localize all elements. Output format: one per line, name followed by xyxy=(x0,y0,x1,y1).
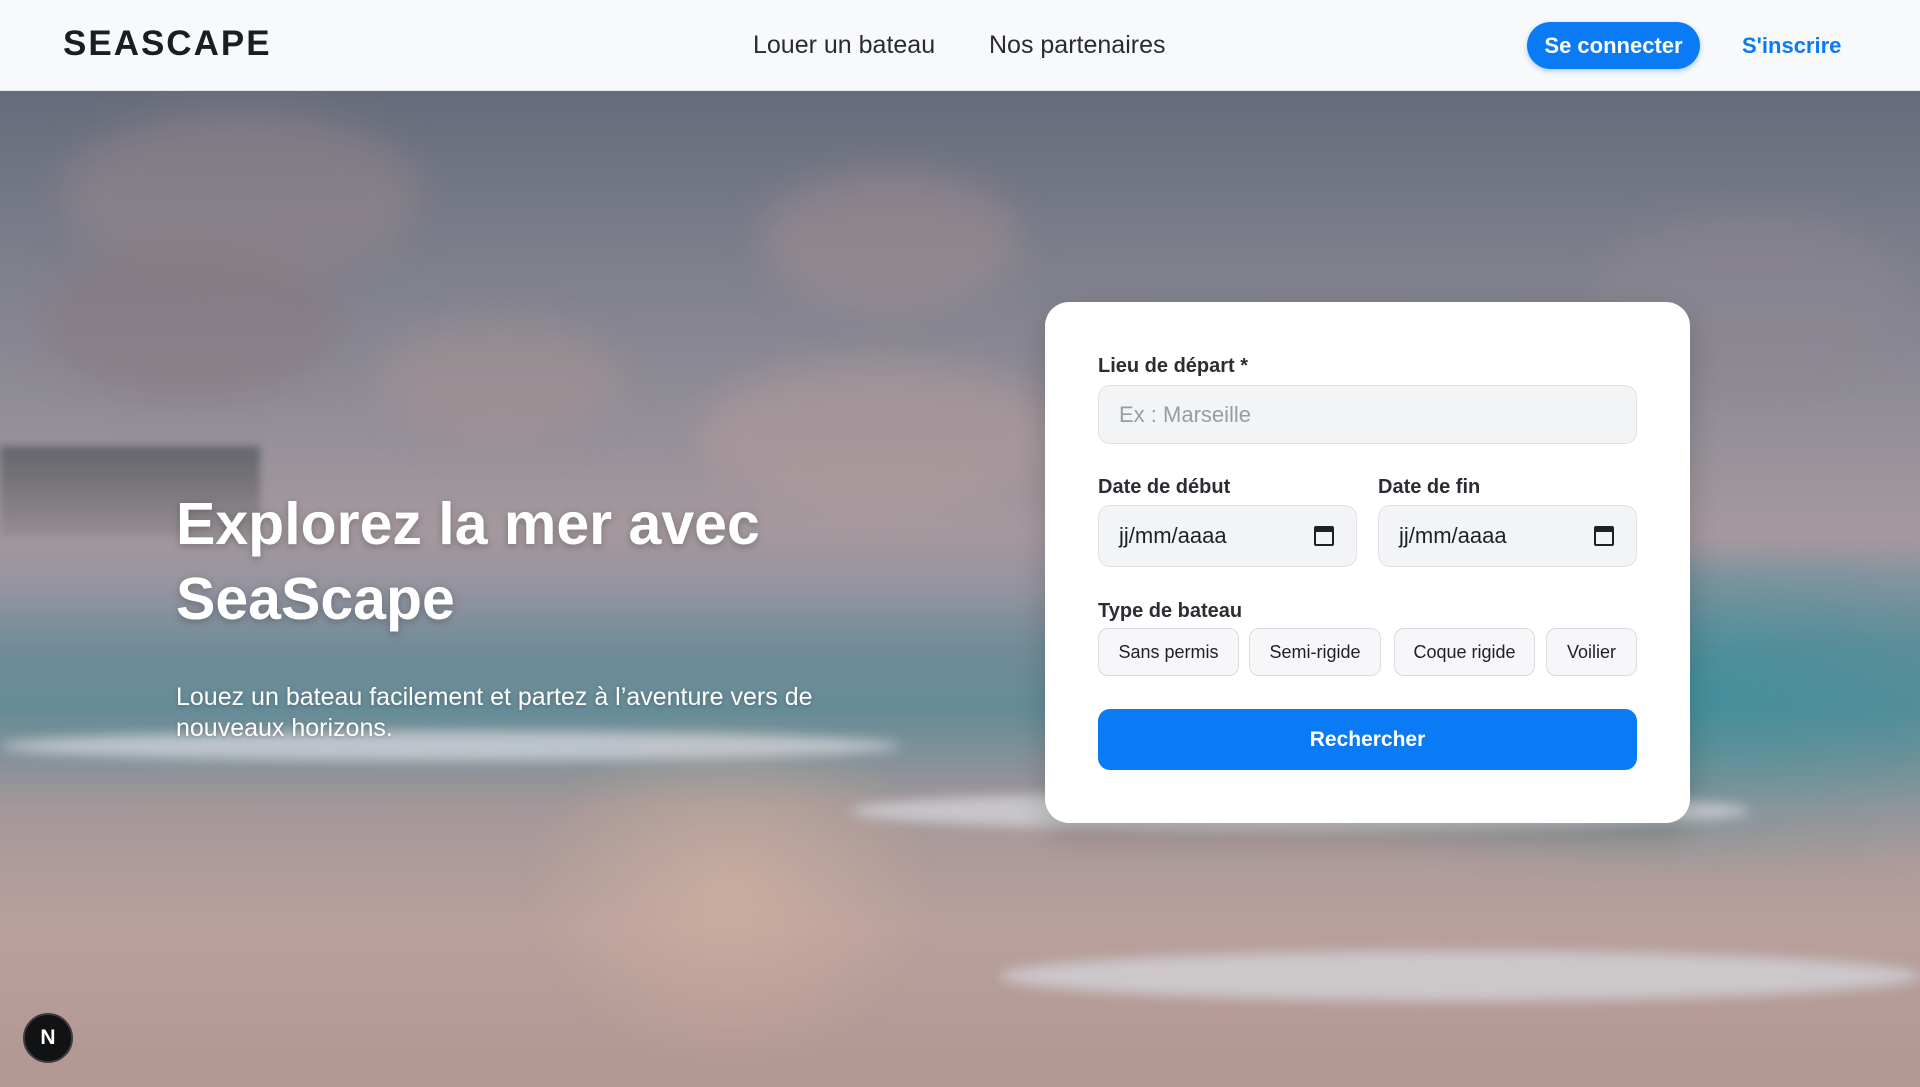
departure-label: Lieu de départ * xyxy=(1098,355,1249,377)
calendar-icon[interactable] xyxy=(1594,526,1614,546)
signup-link[interactable]: S'inscrire xyxy=(1742,33,1841,59)
boat-type-chip-voilier[interactable]: Voilier xyxy=(1546,628,1637,676)
hero-title: Explorez la mer avec SeaScape xyxy=(176,491,760,632)
start-date-value: jj/mm/aaaa xyxy=(1119,523,1227,548)
top-navbar: SEASCAPE Louer un bateau Nos partenaires… xyxy=(0,0,1920,91)
search-button[interactable]: Rechercher xyxy=(1098,709,1637,770)
end-date-label: Date de fin xyxy=(1378,476,1481,498)
nav-link-rent-boat[interactable]: Louer un bateau xyxy=(753,31,935,60)
nextjs-dev-badge-icon[interactable]: N xyxy=(23,1013,73,1063)
end-date-input[interactable]: jj/mm/aaaa xyxy=(1378,505,1637,567)
start-date-input[interactable]: jj/mm/aaaa xyxy=(1098,505,1357,567)
hero-subtitle: Louez un bateau facilement et partez à l… xyxy=(176,683,813,742)
nav-link-partners[interactable]: Nos partenaires xyxy=(989,31,1165,60)
start-date-label: Date de début xyxy=(1098,476,1231,498)
departure-input[interactable] xyxy=(1098,385,1637,444)
boat-type-label: Type de bateau xyxy=(1098,600,1243,622)
boat-type-chip-semi-rigide[interactable]: Semi-rigide xyxy=(1249,628,1381,676)
site-logo[interactable]: SEASCAPE xyxy=(63,24,272,64)
login-button[interactable]: Se connecter xyxy=(1527,22,1700,69)
end-date-value: jj/mm/aaaa xyxy=(1399,523,1507,548)
calendar-icon[interactable] xyxy=(1314,526,1334,546)
boat-type-chip-coque-rigide[interactable]: Coque rigide xyxy=(1394,628,1535,676)
boat-type-chip-sans-permis[interactable]: Sans permis xyxy=(1098,628,1239,676)
